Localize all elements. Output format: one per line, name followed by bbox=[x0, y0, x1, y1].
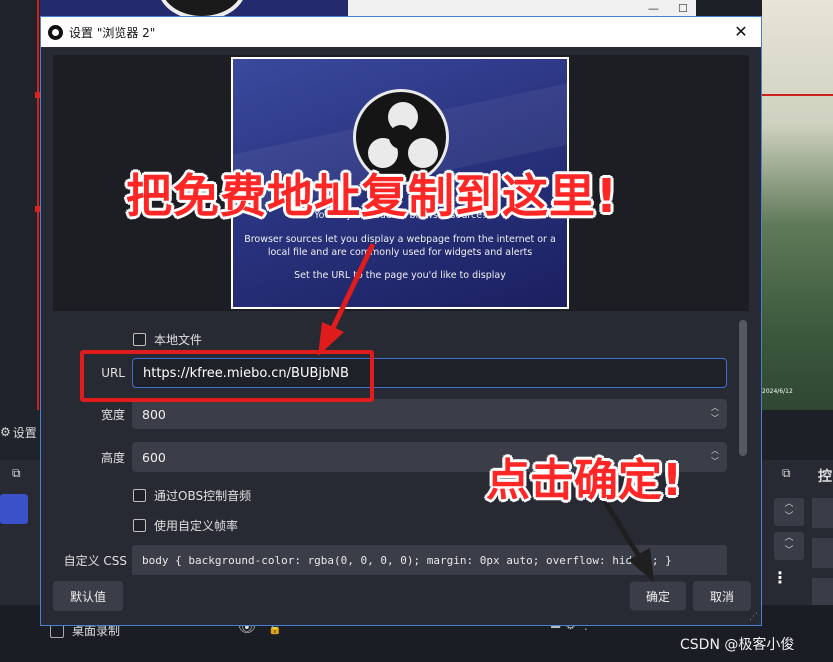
custom-css-value: body { background-color: rgba(0, 0, 0, 0… bbox=[142, 553, 672, 567]
obs-audio-checkbox[interactable] bbox=[133, 489, 146, 502]
source-bounding-line-h bbox=[762, 94, 833, 96]
dock-button[interactable] bbox=[812, 498, 833, 528]
desktop-wallpaper: 2024/6/12 bbox=[762, 0, 833, 410]
local-file-label: 本地文件 bbox=[154, 333, 203, 347]
custom-css-textarea[interactable]: body { background-color: rgba(0, 0, 0, 0… bbox=[132, 545, 727, 575]
minimize-icon[interactable]: — bbox=[648, 2, 659, 15]
undock-icon[interactable]: ⧉ bbox=[12, 466, 21, 481]
obs-preview-peek bbox=[40, 0, 348, 20]
local-file-checkbox[interactable] bbox=[133, 333, 146, 346]
dock-button[interactable] bbox=[812, 578, 833, 608]
preview-line-2a: Browser sources let you display a webpag… bbox=[244, 234, 556, 245]
custom-fps-checkbox[interactable] bbox=[133, 519, 146, 532]
height-value: 600 bbox=[142, 449, 166, 465]
custom-css-label: 自定义 CSS bbox=[63, 554, 127, 568]
defaults-button[interactable]: 默认值 bbox=[53, 581, 123, 611]
settings-scrollbar[interactable] bbox=[739, 320, 747, 456]
resize-grip-icon[interactable]: ⋰ bbox=[749, 612, 758, 622]
gear-icon: ⚙ bbox=[0, 425, 11, 439]
url-highlight-box bbox=[80, 350, 374, 402]
obs-settings-label: 设置 bbox=[12, 425, 37, 440]
source-bounding-line bbox=[37, 0, 39, 410]
width-label: 宽度 bbox=[100, 408, 125, 422]
undock-icon[interactable]: ⧉ bbox=[782, 466, 791, 481]
custom-fps-label: 使用自定义帧率 bbox=[154, 519, 239, 533]
width-value: 800 bbox=[142, 406, 166, 422]
dialog-titlebar: 设置 "浏览器 2" ✕ bbox=[41, 17, 761, 47]
background-window-titlebar: — ☐ bbox=[348, 0, 696, 16]
close-icon[interactable]: ✕ bbox=[731, 22, 751, 41]
controls-dock-label: 控 bbox=[818, 469, 832, 485]
annotation-copy-here: 把免费地址复制到这里! bbox=[125, 168, 618, 224]
dock-button[interactable] bbox=[812, 538, 833, 568]
custom-fps-checkbox-row[interactable]: 使用自定义帧率 bbox=[133, 517, 238, 534]
spin-control[interactable]: ︿ ﹀ bbox=[774, 498, 804, 526]
spin-arrows-icon[interactable]: ︿ ﹀ bbox=[711, 402, 719, 424]
logo-center bbox=[389, 125, 413, 149]
wallpaper-date: 2024/6/12 bbox=[762, 388, 793, 395]
watermark: CSDN @极客小俊 bbox=[680, 637, 795, 653]
more-options-icon[interactable]: ⋮ bbox=[772, 568, 788, 587]
preview-line-3: Set the URL to the page you'd like to di… bbox=[294, 270, 506, 281]
width-spinbox[interactable]: 800 ︿ ﹀ bbox=[132, 399, 727, 429]
obs-audio-label: 通过OBS控制音频 bbox=[154, 489, 252, 503]
annotation-click-ok: 点击确定! bbox=[485, 454, 683, 507]
obs-audio-checkbox-row[interactable]: 通过OBS控制音频 bbox=[133, 487, 251, 504]
selected-scene[interactable] bbox=[0, 494, 28, 524]
cancel-button[interactable]: 取消 bbox=[693, 581, 751, 611]
preview-line-2b: local file and are commonly used for wid… bbox=[267, 247, 533, 258]
dialog-title: 设置 "浏览器 2" bbox=[69, 25, 156, 40]
browser-source-properties-dialog: 设置 "浏览器 2" ✕ You've just added a browser… bbox=[40, 16, 762, 626]
maximize-icon[interactable]: ☐ bbox=[678, 2, 688, 15]
height-label: 高度 bbox=[100, 451, 125, 465]
obs-settings-button[interactable]: ⚙ 设置 bbox=[0, 420, 40, 444]
local-file-checkbox-row[interactable]: 本地文件 bbox=[133, 331, 202, 348]
ok-button[interactable]: 确定 bbox=[629, 581, 687, 611]
spin-arrows-icon[interactable]: ︿ ﹀ bbox=[711, 445, 719, 467]
obs-app-icon bbox=[48, 24, 63, 40]
spin-control[interactable]: ︿ ﹀ bbox=[774, 532, 804, 560]
